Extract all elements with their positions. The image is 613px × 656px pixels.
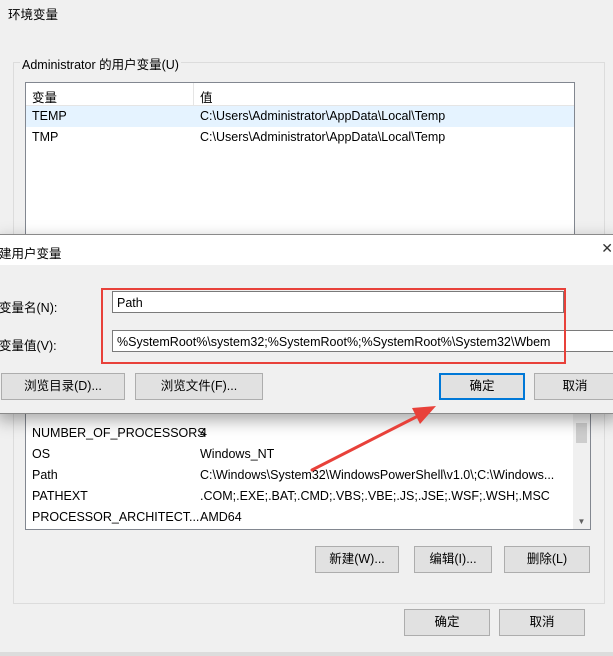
variable-name-input[interactable]: Path [112, 291, 564, 313]
table-row[interactable]: Path C:\Windows\System32\WindowsPowerShe… [26, 465, 590, 486]
user-vars-header: 变量 值 [26, 83, 574, 106]
column-header-value[interactable]: 值 [200, 87, 213, 106]
table-row[interactable]: NUMBER_OF_PROCESSORS 4 [26, 423, 590, 444]
var-value: C:\Users\Administrator\AppData\Local\Tem… [200, 109, 446, 123]
browse-directory-button[interactable]: 浏览目录(D)... [1, 373, 125, 400]
window-title: 环境变量 [8, 8, 59, 22]
var-name: PATHEXT [32, 489, 88, 503]
scroll-down-icon[interactable]: ▼ [573, 515, 590, 529]
variable-value-input[interactable]: %SystemRoot%\system32;%SystemRoot%;%Syst… [112, 330, 613, 352]
browse-file-button[interactable]: 浏览文件(F)... [135, 373, 263, 400]
var-name: Path [32, 468, 58, 482]
column-header-variable[interactable]: 变量 [32, 87, 57, 106]
var-value: AMD64 [200, 510, 242, 524]
table-row[interactable]: PROCESSOR_ARCHITECT... AMD64 [26, 507, 590, 528]
var-value: C:\Users\Administrator\AppData\Local\Tem… [200, 130, 446, 144]
scrollbar-thumb[interactable] [576, 423, 587, 443]
table-row[interactable]: OS Windows_NT [26, 444, 590, 465]
user-vars-group-label: Administrator 的用户变量(U) [20, 54, 181, 73]
var-name: PROCESSOR_ARCHITECT... [32, 510, 200, 524]
system-vars-list[interactable]: NUMBER_OF_PROCESSORS 4 OS Windows_NT Pat… [25, 400, 591, 530]
close-icon[interactable]: ✕ [601, 240, 613, 257]
table-row[interactable]: PATHEXT .COM;.EXE;.BAT;.CMD;.VBS;.VBE;.J… [26, 486, 590, 507]
edit-button[interactable]: 编辑(I)... [414, 546, 492, 573]
vertical-scrollbar[interactable]: ▼ [573, 401, 590, 529]
var-value: C:\Windows\System32\WindowsPowerShell\v1… [200, 468, 555, 482]
ok-button[interactable]: 确定 [404, 609, 490, 636]
taskbar-edge [0, 652, 613, 656]
dialog-cancel-button[interactable]: 取消 [534, 373, 613, 400]
delete-button[interactable]: 删除(L) [504, 546, 590, 573]
var-name: TMP [32, 130, 59, 144]
var-value: .COM;.EXE;.BAT;.CMD;.VBS;.VBE;.JS;.JSE;.… [200, 489, 550, 503]
column-separator[interactable] [193, 83, 194, 105]
table-row[interactable]: TMP C:\Users\Administrator\AppData\Local… [26, 127, 574, 148]
var-value: 4 [200, 426, 207, 440]
new-user-variable-dialog: 建用户变量 ✕ 变量名(N): 变量值(V): Path %SystemRoot… [0, 234, 613, 414]
var-name: OS [32, 447, 51, 461]
var-value: Windows_NT [200, 447, 275, 461]
cancel-button[interactable]: 取消 [499, 609, 585, 636]
variable-name-label: 变量名(N): [0, 301, 58, 315]
variable-value-label: 变量值(V): [0, 339, 57, 353]
dialog-title: 建用户变量 [0, 247, 62, 261]
dialog-ok-button[interactable]: 确定 [439, 373, 525, 400]
user-vars-list[interactable]: 变量 值 TEMP C:\Users\Administrator\AppData… [25, 82, 575, 244]
var-name: NUMBER_OF_PROCESSORS [32, 426, 206, 440]
new-button[interactable]: 新建(W)... [315, 546, 399, 573]
var-name: TEMP [32, 109, 67, 123]
table-row[interactable]: TEMP C:\Users\Administrator\AppData\Loca… [26, 106, 574, 127]
dialog-titlebar[interactable]: 建用户变量 ✕ [0, 235, 613, 265]
